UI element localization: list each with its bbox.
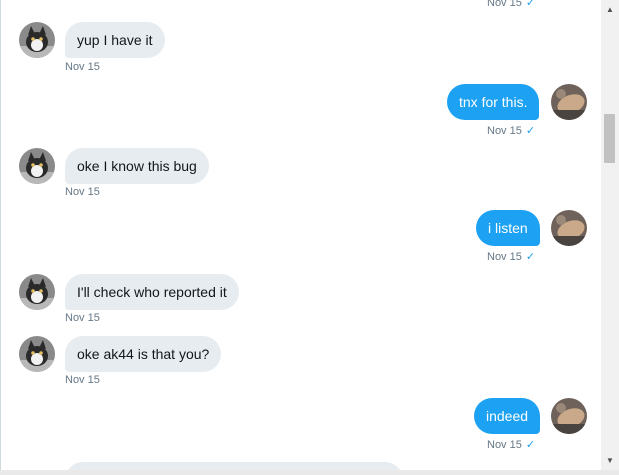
message-timestamp: Nov 15 ✓ xyxy=(487,251,536,263)
message-bubble[interactable]: i listen xyxy=(476,210,540,246)
avatar-self[interactable] xyxy=(551,210,587,246)
message-bubble[interactable]: I'll check who reported it xyxy=(65,274,239,310)
message-bubble[interactable]: oke ak44 is that you? xyxy=(65,336,222,372)
read-check-icon: ✓ xyxy=(525,439,536,451)
read-check-icon: ✓ xyxy=(525,0,536,9)
message-timestamp: Nov 15 xyxy=(65,186,100,198)
avatar-self[interactable] xyxy=(551,398,587,434)
message-bubble[interactable]: yup I have it xyxy=(65,22,165,58)
message-timestamp: Nov 15 ✓ xyxy=(487,125,536,137)
read-check-icon: ✓ xyxy=(525,251,536,263)
message-timestamp: Nov 15 ✓ xyxy=(487,0,535,9)
message-timestamp: Nov 15 xyxy=(65,312,100,324)
conversation-panel: Nov 15 ✓ yup I have it Nov 15 tnx for thi… xyxy=(0,0,603,470)
message-timestamp: Nov 15 ✓ xyxy=(487,439,536,451)
avatar-cat[interactable] xyxy=(19,148,55,184)
message-timestamp: Nov 15 xyxy=(65,61,100,73)
message-bubble[interactable] xyxy=(65,462,403,470)
message-bubble[interactable]: indeed xyxy=(474,398,541,434)
avatar-cat[interactable] xyxy=(19,274,55,310)
scroll-up-icon[interactable]: ▲ xyxy=(601,2,619,18)
vertical-scrollbar[interactable]: ▲ ▼ xyxy=(601,0,619,470)
avatar-cat[interactable] xyxy=(19,336,55,372)
avatar-self[interactable] xyxy=(551,84,587,120)
message-bubble[interactable]: tnx for this. xyxy=(447,84,540,120)
read-check-icon: ✓ xyxy=(525,125,536,137)
message-timestamp: Nov 15 xyxy=(65,374,100,386)
scroll-down-icon[interactable]: ▼ xyxy=(601,453,619,469)
bottom-edge xyxy=(0,470,619,475)
avatar-cat[interactable] xyxy=(19,22,55,58)
scroll-thumb[interactable] xyxy=(604,114,615,163)
message-bubble[interactable]: oke I know this bug xyxy=(65,148,209,184)
